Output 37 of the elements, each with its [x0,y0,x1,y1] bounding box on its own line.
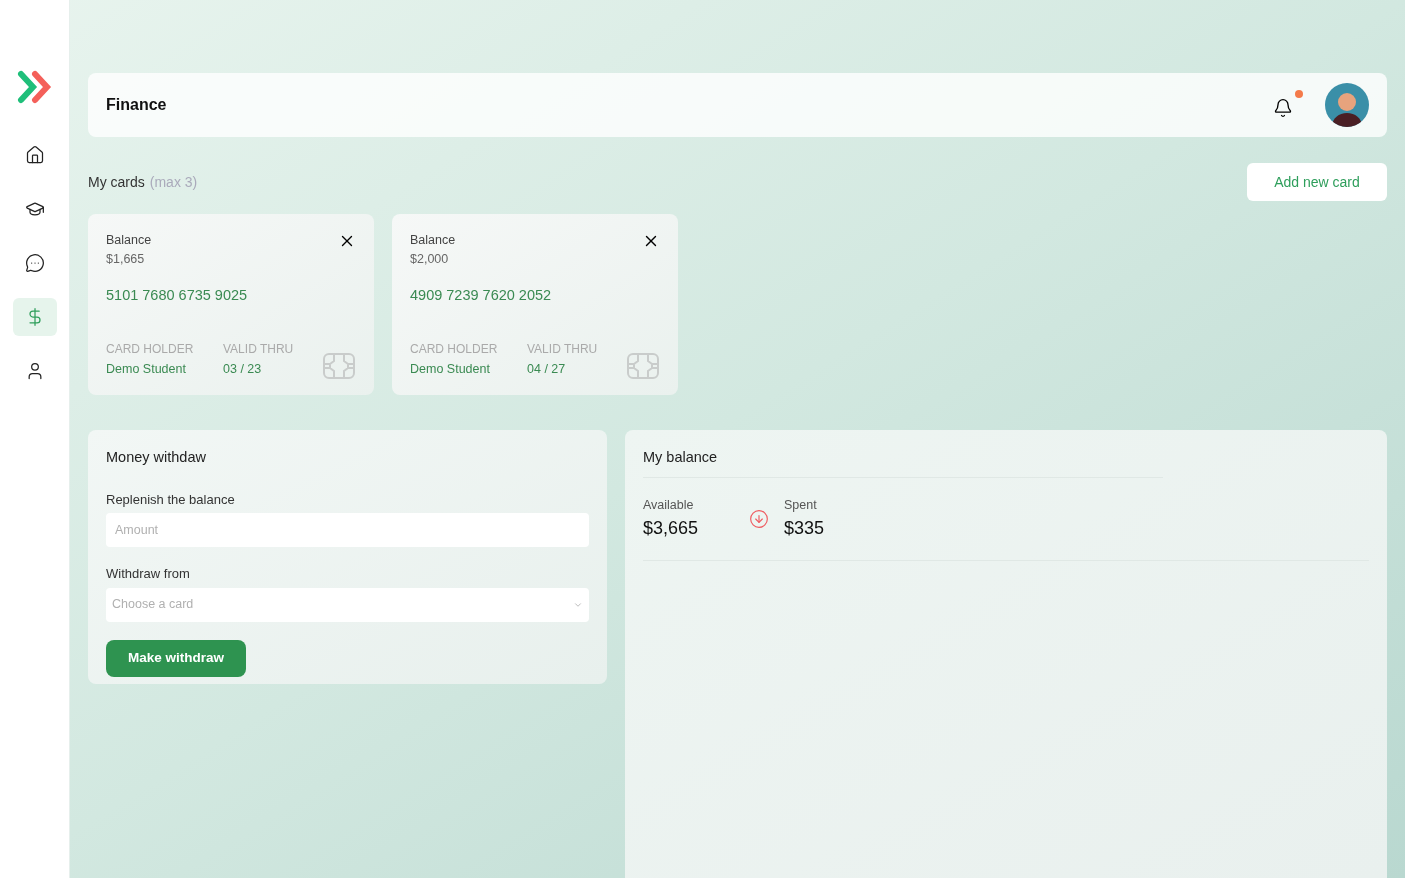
available-label: Available [643,496,695,514]
field-label: Replenish the balance [106,490,236,509]
balance-amount: $1,665 [106,251,146,268]
add-card-button[interactable]: Add new card [1247,163,1387,201]
make-withdraw-button[interactable]: Make withdraw [106,639,246,677]
panel-title: My balance [643,447,1163,478]
valid-thru-label: VALID THRU [223,340,295,358]
page-title: Finance [106,95,167,115]
valid-thru-label: VALID THRU [527,340,599,358]
bell-icon [1273,98,1293,118]
spent-amount: $335 [784,516,825,540]
valid-thru-date: 04 / 27 [527,360,567,378]
available-amount: $3,665 [643,516,700,540]
card-chip-icon [627,352,659,379]
card-holder-label: CARD HOLDER [106,340,195,358]
card-select[interactable]: Choose a card [106,587,589,622]
card-holder-name: Demo Student [410,360,491,378]
card-holder-label: CARD HOLDER [410,340,499,358]
home-icon [24,145,45,165]
chat-bubble-icon [24,253,45,273]
card-number: 5101 7680 6735 9025 [106,286,249,305]
valid-thru-date: 03 / 23 [223,360,263,378]
card-holder-name: Demo Student [106,360,187,378]
balance-label: Balance [106,232,152,249]
panel-title: Money withdaw [106,448,207,467]
card-number: 4909 7239 7620 2052 [410,286,553,305]
arrow-down-circle-icon [749,508,769,529]
balance-amount: $2,000 [410,251,450,268]
section-hint: (max 3) [149,172,198,192]
logo-icon [16,70,53,104]
card-chip-icon [323,352,355,379]
section-title: My cards [88,172,145,192]
spent-label: Spent [784,496,818,514]
amount-field[interactable]: Amount [106,513,589,548]
balance-label: Balance [410,232,456,249]
avatar[interactable] [1325,83,1369,127]
field-label: Withdraw from [106,565,191,584]
